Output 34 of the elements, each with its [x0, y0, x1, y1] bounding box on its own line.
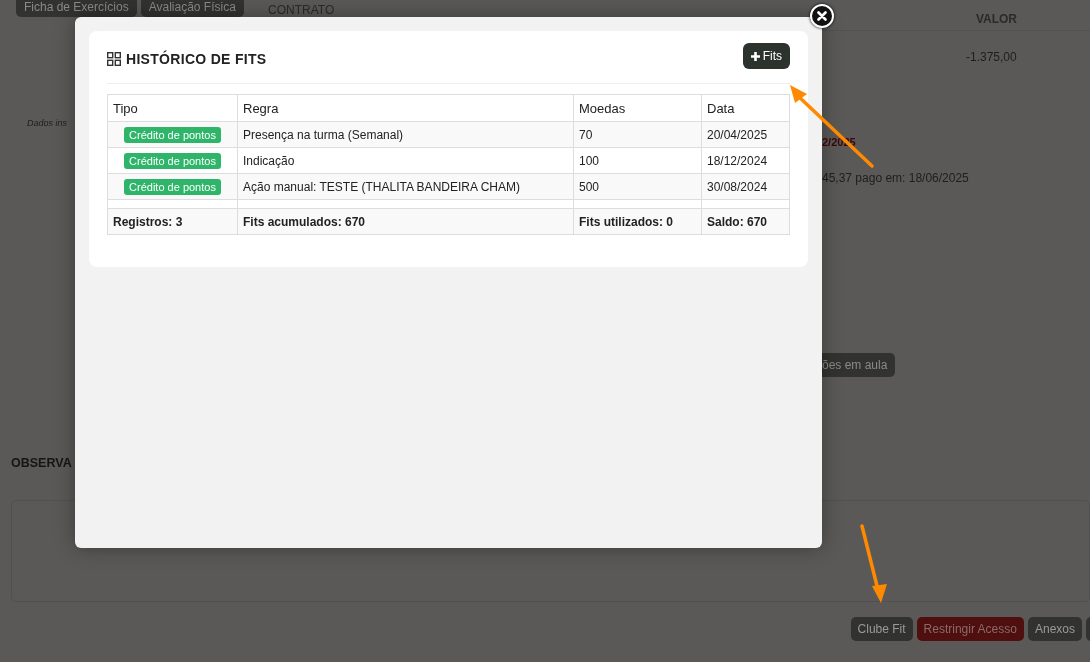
table-cell: 70	[573, 121, 702, 148]
tab-button[interactable]: Avaliação Física	[140, 0, 244, 17]
type-badge: Crédito de pontos	[124, 152, 221, 169]
tab-button[interactable]: Ficha de Exercícios	[16, 0, 137, 17]
column-header: Data	[701, 94, 790, 122]
table-cell: 20/04/2025	[701, 121, 790, 148]
type-badge: Crédito de pontos	[124, 126, 221, 143]
table-cell: Indicação	[237, 147, 574, 174]
action-button[interactable]: Restringir Acesso	[916, 617, 1024, 641]
column-header: Regra	[237, 94, 574, 122]
payment-text: 45,37 pago em: 18/06/2025	[822, 171, 969, 185]
column-header: Moedas	[573, 94, 702, 122]
close-icon[interactable]	[810, 4, 834, 28]
modal-title: HISTÓRICO DE FITS	[126, 51, 267, 67]
summary-cell: Fits utilizados: 0	[573, 208, 702, 235]
action-button[interactable]: Anexos	[1027, 617, 1082, 641]
table-cell: Presença na turma (Semanal)	[237, 121, 574, 148]
table-cell: 100	[573, 147, 702, 174]
action-button[interactable]: Clube Fit	[850, 617, 913, 641]
section-title: OBSERVA	[11, 456, 73, 470]
summary-cell: Registros: 3	[107, 208, 238, 235]
add-fits-button[interactable]: Fits	[742, 43, 790, 69]
table-cell: 18/12/2024	[701, 147, 790, 174]
summary-cell: Fits acumulados: 670	[237, 208, 574, 235]
table-cell: 500	[573, 173, 702, 200]
type-badge: Crédito de pontos	[124, 178, 221, 195]
grid-icon	[107, 52, 121, 66]
class-button[interactable]: ões em aula	[822, 353, 896, 377]
table-cell: 30/08/2024	[701, 173, 790, 200]
table-cell: Ação manual: TESTE (THALITA BANDEIRA CHAM)	[237, 173, 574, 200]
plus-icon	[750, 51, 760, 61]
summary-cell: Saldo: 670	[701, 208, 790, 235]
value-text: -1.375,00	[966, 50, 1017, 64]
column-header: Tipo	[107, 94, 238, 122]
